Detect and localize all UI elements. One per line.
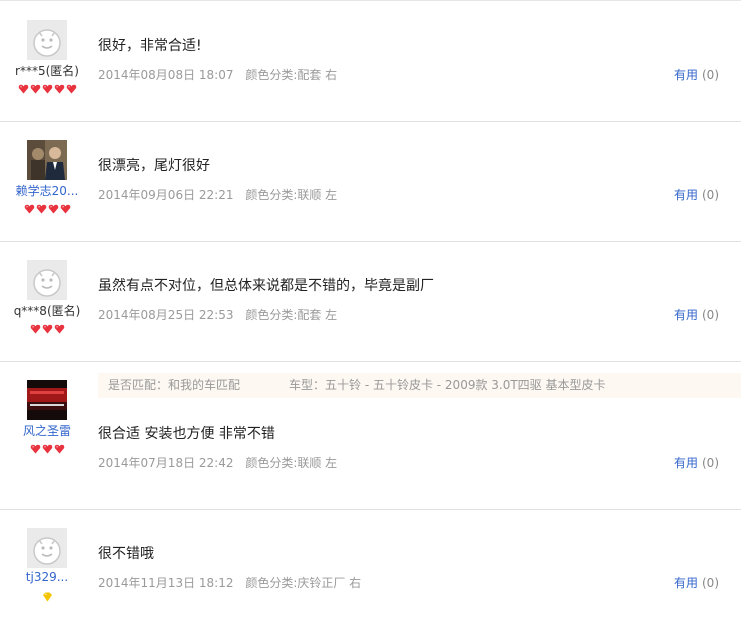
red-heart-gem-icon [54,84,64,94]
review-content: 很不错哦 [98,546,154,562]
reviewer-level-gems [0,204,94,219]
review-item: 风之圣雷 是否匹配：和我的车匹配 车型：五十铃 - 五十铃皮卡 - 2009款 … [0,361,741,510]
useful-label[interactable]: 有用 [674,188,698,202]
useful-label[interactable]: 有用 [674,576,698,590]
review-content: 虽然有点不对位，但总体来说都是不错的，毕竟是副厂 [98,278,434,294]
color-category: 颜色分类:庆铃正厂 右 [245,576,362,590]
red-heart-gem-icon [30,324,40,334]
default-avatar-icon[interactable] [27,260,67,300]
useful-count: (0) [702,68,719,82]
match-info-bar: 是否匹配：和我的车匹配 车型：五十铃 - 五十铃皮卡 - 2009款 3.0T四… [98,373,741,398]
review-item: 赖学志20... 很漂亮，尾灯很好 2014年09月06日 22:21 颜色分类… [0,121,741,242]
useful-label[interactable]: 有用 [674,68,698,82]
review-date: 2014年11月13日 18:12 [98,576,234,590]
review-item: tj329... 很不错哦 2014年11月13日 18:12 颜色分类:庆铃正… [0,509,741,626]
review-date: 2014年08月08日 18:07 [98,68,234,82]
match-status: 是否匹配：和我的车匹配 [108,378,241,392]
reviewer-name[interactable]: 风之圣雷 [0,422,94,439]
useful-button[interactable]: 有用 (0) [674,574,719,591]
useful-count: (0) [702,576,719,590]
color-category: 颜色分类:联顺 左 [245,456,338,470]
default-avatar-icon[interactable] [27,20,67,60]
review-meta: 2014年07月18日 22:42 颜色分类:联顺 左 [98,454,337,471]
review-content: 很合适 安装也方便 非常不错 [98,426,275,442]
red-heart-gem-icon [30,84,40,94]
reviewer-name: q***8(匿名) [13,304,81,318]
useful-button[interactable]: 有用 (0) [674,454,719,471]
review-meta: 2014年09月06日 22:21 颜色分类:联顺 左 [98,186,337,203]
review-meta: 2014年08月08日 18:07 颜色分类:配套 右 [98,66,337,83]
user-photo[interactable] [27,380,67,420]
review-content: 很漂亮，尾灯很好 [98,158,210,174]
reviewer-level-gems [0,84,94,99]
red-heart-gem-icon [36,204,46,214]
review-content: 很好，非常合适! [98,38,202,54]
red-heart-gem-icon [30,444,40,454]
review-date: 2014年07月18日 22:42 [98,456,234,470]
color-category: 颜色分类:配套 左 [245,308,338,322]
red-heart-gem-icon [42,324,52,334]
car-model: 车型：五十铃 - 五十铃皮卡 - 2009款 3.0T四驱 基本型皮卡 [289,378,606,392]
reviewer-name[interactable]: tj329... [0,570,94,584]
useful-label[interactable]: 有用 [674,456,698,470]
red-heart-gem-icon [24,204,34,214]
red-heart-gem-icon [54,324,64,334]
user-photo[interactable] [27,140,67,180]
color-category: 颜色分类:联顺 左 [245,188,338,202]
useful-count: (0) [702,308,719,322]
reviewer-level-gems [0,324,94,339]
useful-label[interactable]: 有用 [674,308,698,322]
red-heart-gem-icon [48,204,58,214]
reviewer-level-gems [0,592,94,607]
red-heart-gem-icon [18,84,28,94]
useful-button[interactable]: 有用 (0) [674,306,719,323]
reviewer-level-gems [0,444,94,459]
default-avatar-icon[interactable] [27,528,67,568]
review-meta: 2014年11月13日 18:12 颜色分类:庆铃正厂 右 [98,574,361,591]
review-date: 2014年09月06日 22:21 [98,188,234,202]
red-heart-gem-icon [42,444,52,454]
review-item: r***5(匿名) 很好，非常合适! 2014年08月08日 18:07 颜色分… [0,0,741,122]
red-heart-gem-icon [66,84,76,94]
useful-button[interactable]: 有用 (0) [674,186,719,203]
useful-button[interactable]: 有用 (0) [674,66,719,83]
red-heart-gem-icon [60,204,70,214]
useful-count: (0) [702,456,719,470]
red-heart-gem-icon [54,444,64,454]
useful-count: (0) [702,188,719,202]
yellow-diamond-icon [42,592,52,602]
review-date: 2014年08月25日 22:53 [98,308,234,322]
reviewer-name: r***5(匿名) [15,64,79,78]
review-meta: 2014年08月25日 22:53 颜色分类:配套 左 [98,306,337,323]
review-item: q***8(匿名) 虽然有点不对位，但总体来说都是不错的，毕竟是副厂 2014年… [0,241,741,362]
color-category: 颜色分类:配套 右 [245,68,338,82]
red-heart-gem-icon [42,84,52,94]
reviewer-name[interactable]: 赖学志20... [0,182,94,199]
